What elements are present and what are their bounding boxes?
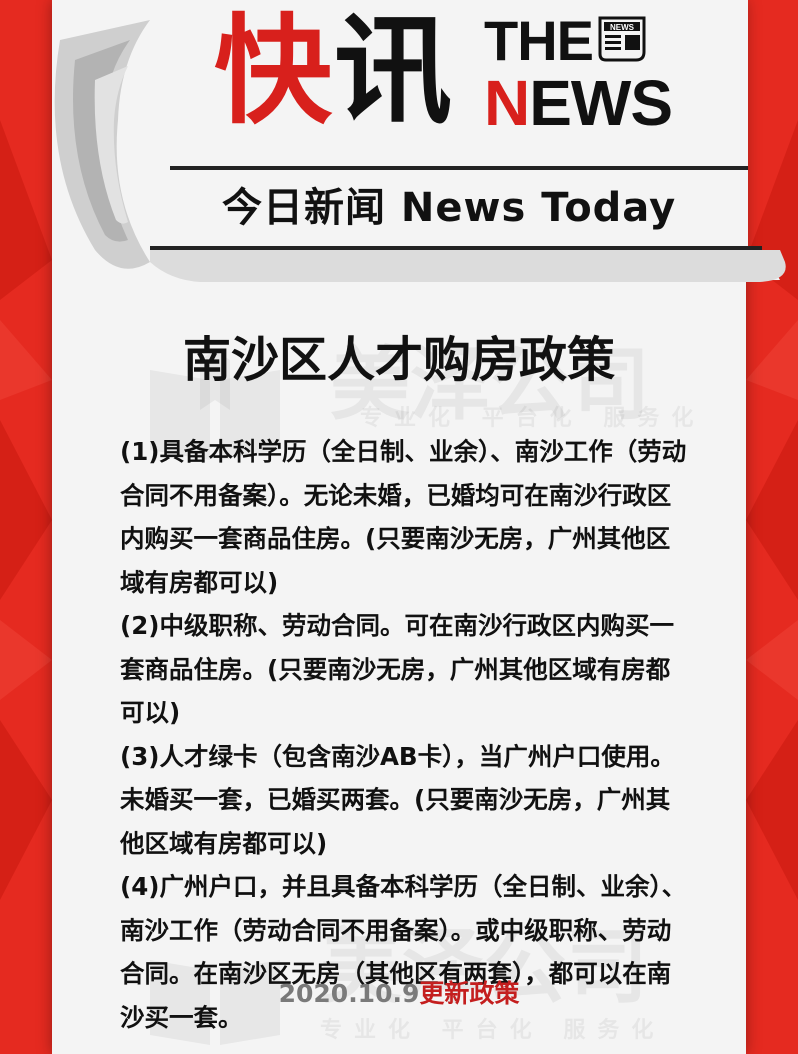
header-news-rest: EWS	[529, 67, 673, 139]
page-title: 南沙区人才购房政策	[182, 332, 615, 388]
watermark-slogan: 专业化 平台化 服务化	[360, 406, 706, 431]
update-date-label: 更新政策	[419, 979, 520, 1008]
newspaper-icon-label: NEWS	[610, 23, 635, 32]
header-news: NEWS	[484, 67, 673, 139]
newspaper-icon: NEWS	[598, 16, 646, 62]
header-the: THE	[484, 9, 594, 72]
update-date: 2020.10.9更新政策	[0, 978, 798, 1010]
news-today-heading: 今日新闻 News Today	[222, 185, 677, 231]
update-date-value: 2020.10.9	[278, 979, 420, 1008]
header-title-red: 快	[214, 2, 332, 140]
policy-item: (1)具备本科学历（全日制、业余）、南沙工作（劳动合同不用备案）。无论未婚，已婚…	[120, 437, 687, 597]
policy-item: (3)人才绿卡（包含南沙AB卡），当广州户口使用。未婚买一套，已婚买两套。(只要…	[120, 741, 675, 858]
rule-top	[170, 166, 748, 170]
policy-item: (4)广州户口，并且具备本科学历（全日制、业余）、南沙工作（劳动合同不用备案）。…	[120, 872, 687, 1032]
policy-item: (2)中级职称、劳动合同。可在南沙行政区内购买一套商品住房。(只要南沙无房，广州…	[120, 611, 674, 727]
policy-body: (1)具备本科学历（全日制、业余）、南沙工作（劳动合同不用备案）。无论未婚，已婚…	[120, 430, 690, 1039]
header-title-black: 讯	[334, 2, 452, 140]
header-news-n: N	[484, 67, 530, 139]
rule-bottom	[150, 246, 762, 250]
